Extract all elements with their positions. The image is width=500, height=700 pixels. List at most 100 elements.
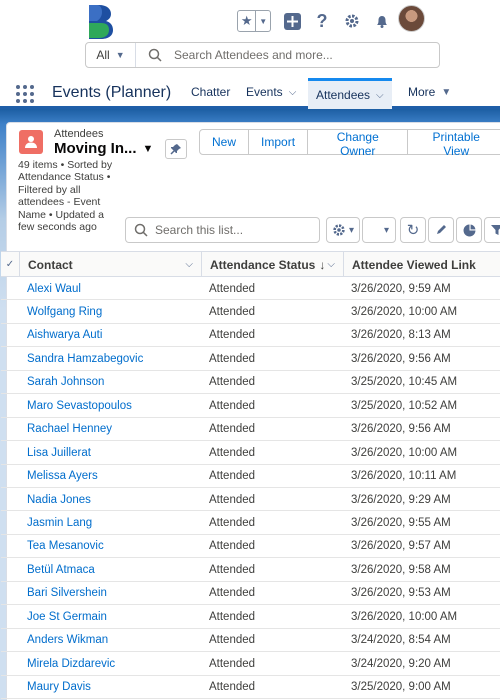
contact-link[interactable]: Melissa Ayers <box>27 465 98 488</box>
contact-link[interactable]: Aishwarya Auti <box>27 324 102 347</box>
app-launcher-icon[interactable] <box>16 85 34 103</box>
table-row: Lisa Juillerat Attended 3/26/2020, 10:00 A… <box>1 441 500 465</box>
contact-link[interactable]: Lisa Juillerat <box>27 441 91 464</box>
refresh-icon: ↻ <box>406 222 420 239</box>
contact-link[interactable]: Alexi Waul <box>27 277 81 300</box>
column-header-attendance-status[interactable]: Attendance Status ↓ ⌵ <box>201 252 343 277</box>
search-scope-dropdown[interactable]: All ▼ <box>86 43 136 67</box>
list-view-card: Attendees Moving In... ▼ 49 items • Sort… <box>1 122 500 700</box>
filter-button[interactable] <box>484 217 500 243</box>
table-row: Jasmin Lang Attended 3/26/2020, 9:55 AM <box>1 512 500 535</box>
display-as-button[interactable]: ▾ <box>362 217 396 243</box>
nav-item-events[interactable]: Events ⌵ <box>238 78 304 106</box>
attendance-status-cell: Attended <box>209 423 256 436</box>
nav-item-attendees[interactable]: Attendees ⌵ <box>308 78 392 109</box>
list-view-selector[interactable]: Moving In... ▼ <box>54 140 153 157</box>
attendance-status-cell: Attended <box>209 493 256 506</box>
contact-link[interactable]: Bari Silvershein <box>27 582 107 605</box>
table-row: Anders Wikman Attended 3/24/2020, 8:54 AM <box>1 629 500 653</box>
caret-down-icon: ▼ <box>441 86 452 98</box>
pie-chart-icon <box>463 224 475 236</box>
pencil-icon <box>437 225 446 234</box>
filter-icon <box>491 225 500 235</box>
caret-down-icon: ▾ <box>383 224 389 236</box>
viewed-link-cell: 3/26/2020, 10:11 AM <box>351 470 457 483</box>
user-avatar[interactable] <box>398 5 425 32</box>
caret-down-icon: ▼ <box>259 16 268 26</box>
pin-list-button[interactable] <box>165 139 187 159</box>
table-row: Maro Sevastopoulos Attended 3/25/2020, 10:… <box>1 394 500 418</box>
contact-link[interactable]: Maro Sevastopoulos <box>27 394 132 417</box>
charts-button[interactable] <box>456 217 482 243</box>
refresh-button[interactable]: ↻ <box>400 217 426 243</box>
contact-link[interactable]: Joe St Germain <box>27 605 107 628</box>
caret-down-icon: ▼ <box>142 142 154 155</box>
viewed-link-cell: 3/26/2020, 10:00 AM <box>351 610 458 623</box>
table-row: Mirela Dizdarevic Attended 3/24/2020, 9:20… <box>1 652 500 676</box>
viewed-link-cell: 3/25/2020, 9:00 AM <box>351 681 451 694</box>
table-row: Betül Atmaca Attended 3/26/2020, 9:58 AM <box>1 558 500 582</box>
table-row: Wolfgang Ring Attended 3/26/2020, 10:00 AM <box>1 300 500 324</box>
import-button[interactable]: Import <box>248 129 309 155</box>
global-search-input[interactable] <box>174 48 424 62</box>
nav-item-chatter[interactable]: Chatter <box>183 78 238 106</box>
list-search <box>125 217 320 243</box>
viewed-link-cell: 3/26/2020, 9:53 AM <box>351 587 451 600</box>
contact-link[interactable]: Nadia Jones <box>27 488 91 511</box>
contact-link[interactable]: Wolfgang Ring <box>27 300 102 323</box>
table-row: Bari Silvershein Attended 3/26/2020, 9:53 … <box>1 582 500 606</box>
viewed-link-cell: 3/26/2020, 9:56 AM <box>351 423 451 436</box>
list-view-controls-button[interactable]: ▾ <box>326 217 360 243</box>
attendance-status-cell: Attended <box>209 563 256 576</box>
help-icon[interactable]: ? <box>313 11 331 31</box>
pin-icon <box>170 144 181 155</box>
viewed-link-cell: 3/26/2020, 9:57 AM <box>351 540 451 553</box>
viewed-link-cell: 3/26/2020, 9:58 AM <box>351 563 451 576</box>
nav-item-label: More <box>408 85 436 99</box>
table-row: Rachael Henney Attended 3/26/2020, 9:56 AM <box>1 418 500 442</box>
contact-link[interactable]: Betül Atmaca <box>27 558 95 581</box>
viewed-link-cell: 3/26/2020, 10:00 AM <box>351 305 458 318</box>
object-label: Attendees <box>54 128 104 140</box>
new-button[interactable]: New <box>199 129 250 155</box>
caret-down-icon: ▾ <box>348 224 355 236</box>
chevron-down-icon[interactable]: ⌵ <box>289 87 297 98</box>
search-scope-label: All <box>96 48 110 62</box>
attendance-status-cell: Attended <box>209 399 256 412</box>
chevron-down-icon: ▼ <box>115 50 125 60</box>
gear-icon[interactable] <box>343 12 361 30</box>
global-header: ★ ▼ ? All ▼ <box>0 0 500 76</box>
bell-icon[interactable] <box>373 12 391 30</box>
table-row: Melissa Ayers Attended 3/26/2020, 10:11 AM <box>1 465 500 489</box>
contact-link[interactable]: Anders Wikman <box>27 629 108 652</box>
table-header: ✓ Contact ⌵ Attendance Status ↓ ⌵ Attend… <box>1 251 500 277</box>
chevron-down-icon[interactable]: ⌵ <box>376 90 384 101</box>
printable-view-button[interactable]: Printable View <box>407 129 500 158</box>
column-header-contact[interactable]: Contact ⌵ <box>19 252 201 277</box>
nav-item-label: Chatter <box>191 85 231 99</box>
contact-link[interactable]: Sandra Hamzabegovic <box>27 347 143 370</box>
viewed-link-cell: 3/26/2020, 9:55 AM <box>351 517 451 529</box>
nav-item-more[interactable]: More ▼ <box>400 78 459 106</box>
chevron-down-icon[interactable]: ⌵ <box>185 259 193 270</box>
list-search-input[interactable] <box>155 223 315 237</box>
contact-link[interactable]: Maury Davis <box>27 676 91 699</box>
favorites-button[interactable]: ★ ▼ <box>237 10 271 32</box>
contact-link[interactable]: Rachael Henney <box>27 418 112 441</box>
table-row: Aishwarya Auti Attended 3/26/2020, 8:13 AM <box>1 324 500 348</box>
chevron-down-icon[interactable]: ⌵ <box>327 259 335 270</box>
contact-link[interactable]: Tea Mesanovic <box>27 535 104 558</box>
contact-link[interactable]: Jasmin Lang <box>27 512 92 535</box>
contact-link[interactable]: Sarah Johnson <box>27 371 104 394</box>
viewed-link-cell: 3/25/2020, 10:52 AM <box>351 399 458 412</box>
add-icon[interactable] <box>283 12 301 30</box>
table-row: Joe St Germain Attended 3/26/2020, 10:00 A… <box>1 605 500 629</box>
attendance-status-cell: Attended <box>209 610 256 623</box>
attendance-status-cell: Attended <box>209 517 256 529</box>
change-owner-button[interactable]: Change Owner <box>307 129 409 158</box>
contact-link[interactable]: Mirela Dizdarevic <box>27 652 115 675</box>
edit-list-button[interactable] <box>428 217 454 243</box>
column-header-label: Contact <box>28 257 73 272</box>
column-header-attendee-viewed-link[interactable]: Attendee Viewed Link <box>343 252 500 277</box>
select-all-icon[interactable]: ✓ <box>1 252 19 277</box>
